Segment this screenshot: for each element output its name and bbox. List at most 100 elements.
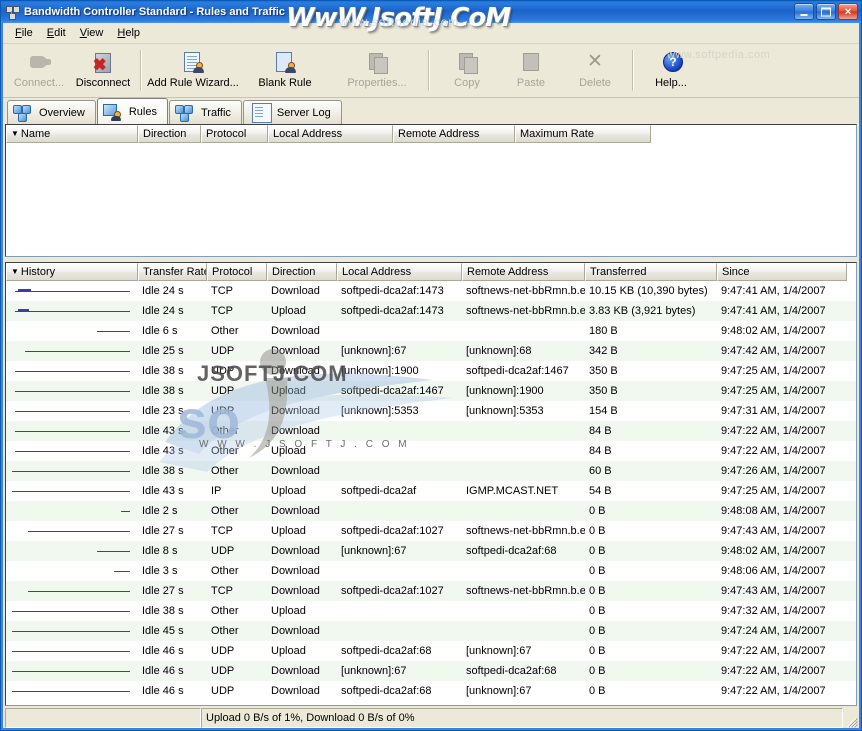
toolbar-paste-button[interactable]: Paste bbox=[499, 46, 563, 97]
network-icon bbox=[4, 4, 20, 20]
toolbar-disconnect-button[interactable]: ✖ Disconnect bbox=[71, 46, 135, 97]
traffic-column-header[interactable]: Direction bbox=[267, 263, 337, 281]
cell-remote-address: softpedi-dca2af:68 bbox=[466, 665, 557, 677]
cell-transferred: 0 B bbox=[589, 565, 606, 577]
toolbar-add-rule-wizard-button[interactable]: Add Rule Wizard... bbox=[147, 46, 239, 97]
menu-file[interactable]: File bbox=[8, 25, 40, 41]
table-row[interactable]: Idle 43 s IP Upload softpedi-dca2af IGMP.MCA… bbox=[6, 481, 856, 501]
paste-icon bbox=[519, 50, 543, 74]
table-row[interactable]: Idle 23 s UDP Download [unknown]:5353 [unkno… bbox=[6, 401, 856, 421]
menu-edit[interactable]: Edit bbox=[40, 25, 73, 41]
table-row[interactable]: Idle 25 s UDP Download [unknown]:67 [unknown… bbox=[6, 341, 856, 361]
cell-local-address: softpedi-dca2af:1467 bbox=[341, 385, 444, 397]
maximize-button[interactable] bbox=[816, 3, 836, 20]
table-row[interactable]: Idle 38 s UDP Upload softpedi-dca2af:1467 [u… bbox=[6, 381, 856, 401]
cell-local-address bbox=[337, 621, 462, 641]
cell-transfer-rate: Idle 8 s bbox=[142, 545, 178, 557]
cell-transfer-rate: Idle 38 s bbox=[142, 385, 184, 397]
minimize-button[interactable] bbox=[794, 3, 814, 20]
table-row[interactable]: Idle 38 s Other Download 60 B 9:47:26 AM, 1/… bbox=[6, 461, 856, 481]
cell-since: 9:47:25 AM, 1/4/2007 bbox=[721, 365, 826, 377]
tab-overview[interactable]: Overview bbox=[7, 100, 96, 124]
rules-column-header[interactable]: Maximum Rate bbox=[515, 125, 651, 143]
toolbar-help-button[interactable]: ? Help... bbox=[639, 46, 703, 97]
table-row[interactable]: Idle 38 s UDP Download [unknown]:1900 softpe… bbox=[6, 361, 856, 381]
traffic-column-header[interactable]: ▼ History bbox=[6, 263, 138, 281]
traffic-column-header[interactable]: Local Address bbox=[337, 263, 462, 281]
table-row[interactable]: Idle 43 s Other Upload 84 B 9:47:22 AM, 1/4/… bbox=[6, 441, 856, 461]
rules-column-header[interactable]: Protocol bbox=[201, 125, 268, 143]
menu-help[interactable]: Help bbox=[110, 25, 147, 41]
table-row[interactable]: Idle 45 s Other Download 0 B 9:47:24 AM, 1/4… bbox=[6, 621, 856, 641]
rules-column-header[interactable]: ▼ Name bbox=[6, 125, 138, 143]
cell-local-address: [unknown]:67 bbox=[341, 345, 407, 357]
history-sparkline bbox=[6, 561, 138, 581]
rules-column-header[interactable]: Local Address bbox=[268, 125, 393, 143]
toolbar-blank-rule-button[interactable]: Blank Rule bbox=[239, 46, 331, 97]
tab-server-log-label: Server Log bbox=[276, 106, 331, 119]
cell-transfer-rate: Idle 38 s bbox=[142, 605, 184, 617]
cell-transfer-rate: Idle 3 s bbox=[142, 565, 178, 577]
table-row[interactable]: Idle 8 s UDP Download [unknown]:67 softpedi-… bbox=[6, 541, 856, 561]
traffic-column-header[interactable]: Since bbox=[717, 263, 847, 281]
rules-column-header[interactable]: Remote Address bbox=[393, 125, 515, 143]
cell-local-address bbox=[337, 441, 462, 461]
history-sparkline bbox=[6, 461, 138, 481]
menu-view[interactable]: View bbox=[73, 25, 111, 41]
cell-transferred: 0 B bbox=[589, 525, 606, 537]
cell-remote-address: IGMP.MCAST.NET bbox=[466, 485, 559, 497]
table-row[interactable]: Idle 27 s TCP Upload softpedi-dca2af:1027 so… bbox=[6, 521, 856, 541]
cell-local-address: [unknown]:5353 bbox=[341, 405, 419, 417]
tab-server-log[interactable]: Server Log bbox=[242, 100, 342, 124]
tab-traffic[interactable]: Traffic bbox=[168, 100, 242, 124]
cell-remote-address: [unknown]:1900 bbox=[466, 385, 544, 397]
cell-protocol: Other bbox=[211, 445, 239, 457]
column-header-label: Protocol bbox=[212, 266, 253, 278]
cell-since: 9:47:25 AM, 1/4/2007 bbox=[721, 485, 826, 497]
cell-transferred: 350 B bbox=[589, 365, 618, 377]
rules-list-body[interactable] bbox=[6, 143, 856, 256]
toolbar-properties-button[interactable]: Properties... bbox=[331, 46, 423, 97]
close-button[interactable]: ✕ bbox=[838, 3, 858, 20]
table-row[interactable]: Idle 43 s Other Download 84 B 9:47:22 AM, 1/… bbox=[6, 421, 856, 441]
table-row[interactable]: Idle 38 s Other Upload 0 B 9:47:32 AM, 1/4/2… bbox=[6, 601, 856, 621]
cell-remote-address bbox=[462, 421, 585, 441]
table-row[interactable]: Idle 2 s Other Download 0 B 9:48:08 AM, 1/4/… bbox=[6, 501, 856, 521]
title-bar: Bandwidth Controller Standard - Rules an… bbox=[1, 1, 861, 23]
cell-protocol: Other bbox=[211, 605, 239, 617]
tab-rules[interactable]: Rules bbox=[96, 98, 168, 124]
cell-direction: Download bbox=[271, 685, 320, 697]
cell-protocol: Other bbox=[211, 565, 239, 577]
cell-local-address: softpedi-dca2af:1473 bbox=[341, 305, 444, 317]
toolbar-delete-button[interactable]: ✕ Delete bbox=[563, 46, 627, 97]
cell-transferred: 350 B bbox=[589, 385, 618, 397]
table-row[interactable]: Idle 6 s Other Download 180 B 9:48:02 AM, 1/… bbox=[6, 321, 856, 341]
window-controls: ✕ bbox=[794, 3, 858, 20]
resize-grip[interactable] bbox=[843, 708, 857, 728]
traffic-column-header[interactable]: Protocol bbox=[207, 263, 267, 281]
table-row[interactable]: Idle 24 s TCP Upload softpedi-dca2af:1473 so… bbox=[6, 301, 856, 321]
rules-list-header: ▼ Name Direction Protocol Local Address Remot… bbox=[6, 125, 856, 143]
cell-direction: Download bbox=[271, 565, 320, 577]
history-sparkline bbox=[6, 301, 138, 321]
cell-protocol: UDP bbox=[211, 405, 235, 417]
cell-transfer-rate: Idle 27 s bbox=[142, 525, 184, 537]
traffic-list-body[interactable]: Idle 24 s TCP Download softpedi-dca2af:1473… bbox=[6, 281, 856, 705]
history-sparkline bbox=[6, 481, 138, 501]
traffic-column-header[interactable]: Remote Address bbox=[462, 263, 585, 281]
table-row[interactable]: Idle 24 s TCP Download softpedi-dca2af:1473… bbox=[6, 281, 856, 301]
rules-column-header[interactable]: Direction bbox=[138, 125, 201, 143]
cell-local-address bbox=[337, 601, 462, 621]
table-row[interactable]: Idle 27 s TCP Download softpedi-dca2af:1027… bbox=[6, 581, 856, 601]
table-row[interactable]: Idle 46 s UDP Upload softpedi-dca2af:68 [unk… bbox=[6, 641, 856, 661]
traffic-column-header[interactable]: Transferred bbox=[585, 263, 717, 281]
traffic-column-header[interactable]: Transfer Rate bbox=[138, 263, 207, 281]
table-row[interactable]: Idle 3 s Other Download 0 B 9:48:06 AM, 1/4/… bbox=[6, 561, 856, 581]
column-header-label: Name bbox=[20, 128, 51, 140]
table-row[interactable]: Idle 46 s UDP Download softpedi-dca2af:68 [u… bbox=[6, 681, 856, 701]
toolbar-separator-2 bbox=[428, 50, 430, 91]
history-sparkline bbox=[6, 661, 138, 681]
table-row[interactable]: Idle 46 s UDP Download [unknown]:67 softpedi… bbox=[6, 661, 856, 681]
toolbar-connect-button[interactable]: Connect... bbox=[7, 46, 71, 97]
toolbar-copy-button[interactable]: Copy bbox=[435, 46, 499, 97]
